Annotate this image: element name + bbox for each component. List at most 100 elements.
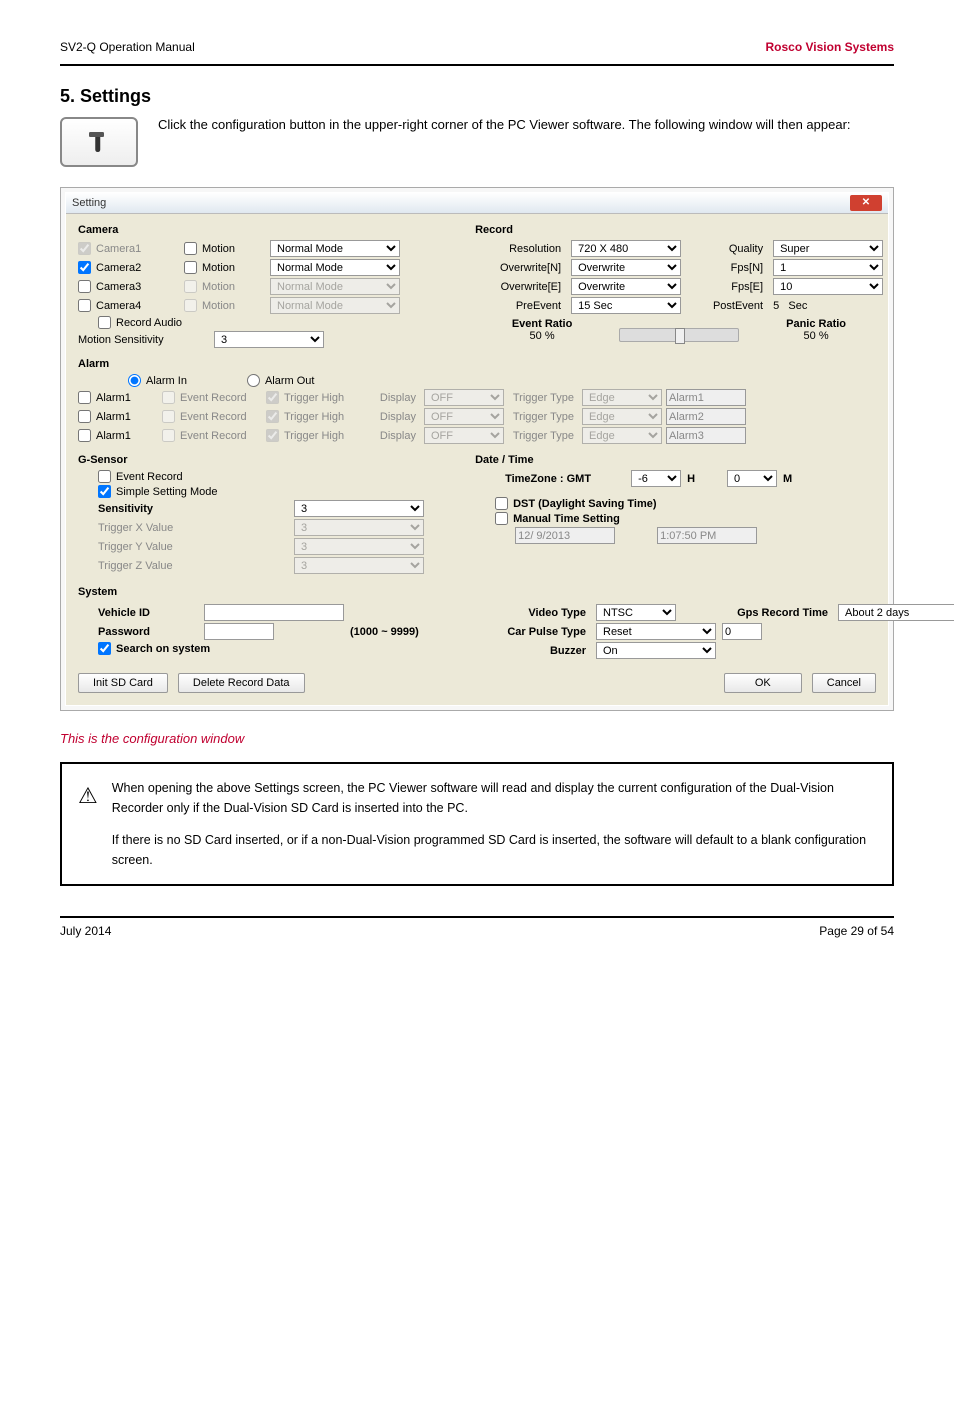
company-name: Rosco Vision Systems [766,40,895,54]
close-icon[interactable]: ✕ [850,195,882,211]
init-sd-button[interactable]: Init SD Card [78,673,168,693]
system-group: System [78,586,876,598]
manual-time-checkbox[interactable] [495,512,508,525]
vehicle-id-label: Vehicle ID [98,607,198,619]
dst-checkbox[interactable] [495,497,508,510]
camera2-label: Camera2 [96,262,141,274]
preevent-label: PreEvent [475,300,565,312]
time-field [657,527,757,544]
alarm-group: Alarm [78,358,876,370]
car-pulse-select[interactable]: Reset [596,623,716,640]
event-ratio-label: Event Ratio [475,318,609,330]
camera3-motion-label: Motion [202,281,235,293]
gps-record-select[interactable]: About 2 days [838,604,954,621]
gsensor-event-checkbox[interactable] [98,470,111,483]
camera3-checkbox[interactable] [78,280,91,293]
settings-window-screenshot: Setting ✕ Camera Camera1 Motion Normal M… [60,187,894,711]
alarm3-out-field [666,427,746,444]
alarm2-out-field [666,408,746,425]
simple-setting-checkbox[interactable] [98,485,111,498]
resolution-select[interactable]: 720 X 480 [571,240,681,257]
alarm1-display-select: OFF [424,389,504,406]
sensitivity-label: Sensitivity [98,503,288,515]
alarm2-checkbox[interactable] [78,410,91,423]
record-audio-label: Record Audio [116,317,182,329]
overwrite-n-select[interactable]: Overwrite [571,259,681,276]
password-hint: (1000 ~ 9999) [350,626,450,638]
buzzer-select[interactable]: On [596,642,716,659]
alarm1-triggertype-select: Edge [582,389,662,406]
password-label: Password [98,626,198,638]
intro-text: Click the configuration button in the up… [158,117,851,132]
search-on-system-checkbox[interactable] [98,642,111,655]
camera1-motion-checkbox[interactable] [184,242,197,255]
trig-x-label: Trigger X Value [98,522,288,534]
camera4-checkbox[interactable] [78,299,91,312]
cancel-button[interactable]: Cancel [812,673,876,693]
alarm1-checkbox[interactable] [78,391,91,404]
password-field[interactable] [204,623,274,640]
sensitivity-select[interactable]: 3 [294,500,424,517]
camera2-mode-select[interactable]: Normal Mode [270,259,400,276]
vehicle-id-field[interactable] [204,604,344,621]
date-field [515,527,615,544]
footer-date: July 2014 [60,924,111,938]
video-type-select[interactable]: NTSC [596,604,676,621]
record-audio-checkbox[interactable] [98,316,111,329]
panic-ratio-label: Panic Ratio [749,318,883,330]
camera2-motion-checkbox[interactable] [184,261,197,274]
camera2-checkbox[interactable] [78,261,91,274]
screenshot-caption: This is the configuration window [60,731,894,746]
h-unit: H [687,473,695,485]
motion-sensitivity-label: Motion Sensitivity [78,334,208,346]
fps-e-label: Fps[E] [687,281,767,293]
overwrite-n-label: Overwrite[N] [475,262,565,274]
doc-title: SV2-Q Operation Manual [60,40,195,54]
quality-select[interactable]: Super [773,240,883,257]
alarm-out-radio[interactable] [247,374,260,387]
postevent-label: PostEvent [687,300,767,312]
camera1-checkbox[interactable] [78,242,91,255]
overwrite-e-select[interactable]: Overwrite [571,278,681,295]
gsensor-group: G-Sensor [78,454,445,466]
buzzer-label: Buzzer [480,645,590,657]
trig-x-select: 3 [294,519,424,536]
preevent-select[interactable]: 15 Sec [571,297,681,314]
ok-button[interactable]: OK [724,673,802,693]
motion-sensitivity-select[interactable]: 3 [214,331,324,348]
timezone-h-select[interactable]: -6 [631,470,681,487]
m-unit: M [783,473,792,485]
section-title: 5. Settings [60,86,894,107]
postevent-value: 5 [773,300,779,312]
quality-label: Quality [687,243,767,255]
footer-page: Page 29 of 54 [819,924,894,938]
trig-y-select: 3 [294,538,424,555]
trig-y-label: Trigger Y Value [98,541,288,553]
delete-record-button[interactable]: Delete Record Data [178,673,305,693]
note-line1: When opening the above Settings screen, … [112,778,876,818]
camera1-motion-label: Motion [202,243,235,255]
ratio-slider[interactable] [619,328,739,342]
video-type-label: Video Type [480,607,590,619]
record-group: Record [475,224,883,236]
camera4-motion-label: Motion [202,300,235,312]
camera1-mode-select[interactable]: Normal Mode [270,240,400,257]
timezone-m-select[interactable]: 0 [727,470,777,487]
settings-hammer-icon [60,117,138,167]
alarm-in-radio[interactable] [128,374,141,387]
alarm-out-label: Alarm Out [265,375,315,387]
camera3-label: Camera3 [96,281,141,293]
postevent-unit: Sec [788,300,807,312]
car-pulse-num-field[interactable] [722,623,762,640]
window-title: Setting [72,197,106,209]
alarm1-triggertype-label: Trigger Type [508,392,578,404]
note-line2: If there is no SD Card inserted, or if a… [112,830,876,870]
camera3-mode-select: Normal Mode [270,278,400,295]
alarm1-trigger-checkbox [266,391,279,404]
alarm1-event-checkbox [162,391,175,404]
fps-e-select[interactable]: 10 [773,278,883,295]
fps-n-select[interactable]: 1 [773,259,883,276]
alarm1-label: Alarm1 [96,392,131,404]
resolution-label: Resolution [475,243,565,255]
alarm3-checkbox[interactable] [78,429,91,442]
